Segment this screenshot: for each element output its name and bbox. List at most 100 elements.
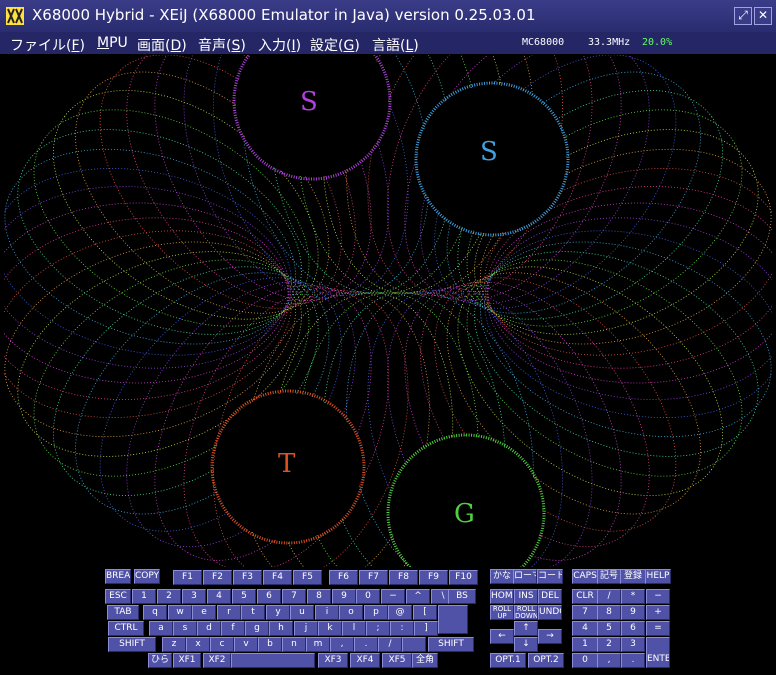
key-26[interactable]: 6	[257, 589, 281, 604]
key-16[interactable]: CAPS	[572, 569, 598, 584]
key-50[interactable]: i	[315, 605, 339, 620]
key-86[interactable]: x	[186, 637, 210, 652]
menu-language[interactable]: 言語(L)	[372, 35, 419, 55]
key-71[interactable]: k	[318, 621, 342, 636]
key-103[interactable]: XF2	[203, 653, 231, 668]
key-34[interactable]: BS	[448, 589, 476, 604]
key-18[interactable]: 登録	[620, 569, 646, 584]
key-65[interactable]: s	[173, 621, 197, 636]
key-83[interactable]: =	[646, 621, 670, 636]
key-19[interactable]: HELP	[645, 569, 671, 584]
key-6[interactable]: F4	[263, 570, 292, 585]
key-48[interactable]: y	[266, 605, 290, 620]
key-66[interactable]: d	[197, 621, 221, 636]
key-77[interactable]: ↑	[514, 621, 538, 636]
menu-mpu[interactable]: MPU	[97, 35, 128, 51]
key-51[interactable]: o	[339, 605, 363, 620]
key-59[interactable]: 7	[572, 605, 598, 620]
key-43[interactable]: q	[143, 605, 167, 620]
key-35[interactable]: HOME	[490, 589, 514, 604]
key-95[interactable]	[402, 637, 426, 652]
key-36[interactable]: INS	[514, 589, 538, 604]
key-112[interactable]: ,	[597, 653, 621, 668]
close-button[interactable]: ✕	[754, 7, 772, 25]
key-25[interactable]: 5	[232, 589, 256, 604]
key-113[interactable]: .	[621, 653, 645, 668]
menu-settings[interactable]: 設定(G)	[310, 35, 360, 55]
emulator-screen[interactable]: S S T G	[4, 55, 772, 567]
key-70[interactable]: j	[294, 621, 318, 636]
key-67[interactable]: f	[221, 621, 245, 636]
menu-sound[interactable]: 音声(S)	[198, 35, 246, 55]
key-100[interactable]: ENTER	[646, 637, 670, 668]
key-46[interactable]: r	[217, 605, 241, 620]
maximize-button[interactable]: ⤢	[734, 7, 752, 25]
key-88[interactable]: v	[234, 637, 258, 652]
key-13[interactable]: かな	[490, 569, 514, 584]
key-12[interactable]: F10	[449, 570, 478, 585]
key-4[interactable]: F2	[203, 570, 232, 585]
key-60[interactable]: 8	[597, 605, 621, 620]
key-58[interactable]: UNDO	[538, 605, 562, 620]
key-54[interactable]: [	[413, 605, 437, 620]
key-99[interactable]: 3	[621, 637, 645, 652]
key-81[interactable]: 5	[597, 621, 621, 636]
key-106[interactable]: XF4	[350, 653, 380, 668]
key-56[interactable]: ROLL UP	[490, 605, 514, 620]
key-75[interactable]: ]	[414, 621, 438, 636]
key-42[interactable]: TAB	[107, 605, 139, 620]
key-28[interactable]: 8	[307, 589, 331, 604]
menu-file[interactable]: ファイル(F)	[10, 35, 85, 55]
key-74[interactable]: :	[390, 621, 414, 636]
key-85[interactable]: z	[162, 637, 186, 652]
key-102[interactable]: XF1	[173, 653, 201, 668]
key-45[interactable]: e	[192, 605, 216, 620]
key-63[interactable]: CTRL	[108, 621, 144, 636]
key-32[interactable]: ^	[406, 589, 430, 604]
key-5[interactable]: F3	[233, 570, 262, 585]
key-37[interactable]: DEL	[538, 589, 562, 604]
key-9[interactable]: F7	[359, 570, 388, 585]
menu-display[interactable]: 画面(D)	[137, 35, 187, 55]
key-31[interactable]: −	[381, 589, 405, 604]
key-94[interactable]: /	[378, 637, 402, 652]
key-111[interactable]: 0	[572, 653, 598, 668]
key-2[interactable]: COPY	[134, 569, 160, 584]
key-1[interactable]: BREAK	[105, 569, 131, 584]
key-107[interactable]: XF5	[382, 653, 412, 668]
key-78[interactable]: →	[538, 629, 562, 644]
key-79[interactable]: ↓	[514, 637, 538, 652]
key-104[interactable]	[231, 653, 315, 668]
key-84[interactable]: SHIFT	[108, 637, 156, 652]
key-92[interactable]: ,	[330, 637, 354, 652]
key-55[interactable]: RETURN	[438, 605, 468, 634]
key-52[interactable]: p	[364, 605, 388, 620]
key-30[interactable]: 0	[356, 589, 380, 604]
key-49[interactable]: u	[290, 605, 314, 620]
key-76[interactable]: ←	[490, 629, 514, 644]
key-57[interactable]: ROLL DOWN	[514, 605, 538, 620]
key-97[interactable]: 1	[572, 637, 598, 652]
key-15[interactable]: コード	[537, 569, 563, 584]
title-bar[interactable]: X68000 Hybrid - XEiJ (X68000 Emulator in…	[0, 0, 776, 33]
key-98[interactable]: 2	[597, 637, 621, 652]
key-8[interactable]: F6	[329, 570, 358, 585]
key-29[interactable]: 9	[332, 589, 356, 604]
key-68[interactable]: g	[245, 621, 269, 636]
key-21[interactable]: 1	[132, 589, 156, 604]
key-24[interactable]: 4	[207, 589, 231, 604]
key-72[interactable]: l	[342, 621, 366, 636]
key-82[interactable]: 6	[621, 621, 645, 636]
key-40[interactable]: *	[621, 589, 645, 604]
key-53[interactable]: @	[388, 605, 412, 620]
key-69[interactable]: h	[269, 621, 293, 636]
key-38[interactable]: CLR	[572, 589, 598, 604]
key-64[interactable]: a	[149, 621, 173, 636]
key-87[interactable]: c	[210, 637, 234, 652]
key-61[interactable]: 9	[621, 605, 645, 620]
key-22[interactable]: 2	[157, 589, 181, 604]
key-11[interactable]: F9	[419, 570, 448, 585]
menu-input[interactable]: 入力(I)	[258, 35, 301, 55]
key-17[interactable]: 記号	[597, 569, 621, 584]
key-96[interactable]: SHIFT	[428, 637, 474, 652]
